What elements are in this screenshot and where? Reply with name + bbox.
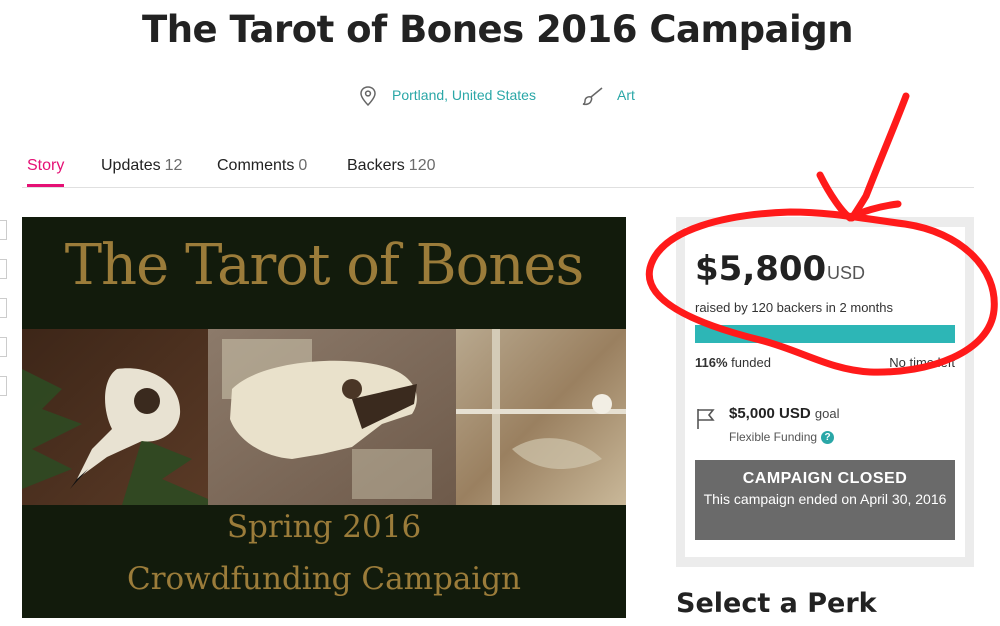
share-button-stub[interactable] <box>0 259 7 279</box>
share-button-stub[interactable] <box>0 337 7 357</box>
funded-percent: 116% <box>695 355 728 370</box>
goal-label: goal <box>814 406 840 421</box>
tab-label: Comments <box>217 157 295 174</box>
tab-updates[interactable]: Updates 12 <box>101 157 182 175</box>
flexible-funding: Flexible Funding? <box>729 430 835 445</box>
funding-panel: $5,800 USD raised by 120 backers in 2 mo… <box>676 217 974 567</box>
raised-currency: USD <box>827 263 866 283</box>
hero-subtitle-season: Spring 2016 <box>226 509 422 545</box>
tab-story[interactable]: Story <box>27 157 65 187</box>
tab-backers[interactable]: Backers 120 <box>347 157 436 175</box>
campaign-hero-image: The Tarot of Bones Spring 2016 Crowdfund… <box>22 217 626 618</box>
campaign-closed-text: This campaign ended on April 30, 2016 <box>703 491 947 507</box>
funded-label: funded <box>731 355 771 370</box>
skull-photo-collage <box>22 329 626 505</box>
raised-amount: $5,800 <box>695 249 827 289</box>
tab-label: Story <box>27 157 65 174</box>
campaign-closed-notice: CAMPAIGN CLOSED This campaign ended on A… <box>695 460 955 540</box>
flag-icon <box>695 407 717 436</box>
paintbrush-icon <box>582 86 604 111</box>
funding-progress-bar <box>695 325 955 343</box>
tab-comments[interactable]: Comments 0 <box>217 157 307 175</box>
category-link[interactable]: Art <box>617 87 635 103</box>
goal-amount: $5,000 USD <box>729 405 811 422</box>
tab-label: Updates <box>101 157 161 174</box>
help-icon[interactable]: ? <box>821 431 835 445</box>
share-button-stub[interactable] <box>0 298 7 318</box>
tab-count: 12 <box>164 157 183 174</box>
hero-subtitle-campaign: Crowdfunding Campaign <box>126 561 522 597</box>
funded-status: 116% funded <box>695 355 771 370</box>
share-button-stub[interactable] <box>0 376 7 396</box>
tab-count: 120 <box>408 157 436 174</box>
campaign-closed-title: CAMPAIGN CLOSED <box>742 470 908 487</box>
tab-label: Backers <box>347 157 405 174</box>
hero-title: The Tarot of Bones <box>64 233 585 298</box>
raised-summary: raised by 120 backers in 2 months <box>695 300 893 315</box>
funding-goal: $5,000 USD goal <box>729 405 839 422</box>
select-perk-heading: Select a Perk <box>676 588 877 619</box>
tab-count: 0 <box>298 157 308 174</box>
campaign-tabs: Story Updates 12 Comments 0 Backers 120 <box>22 148 974 188</box>
flexible-funding-label: Flexible Funding <box>729 430 818 444</box>
location-link[interactable]: Portland, United States <box>392 87 536 103</box>
campaign-title: The Tarot of Bones 2016 Campaign <box>141 8 854 51</box>
time-left: No time left <box>889 355 955 370</box>
campaign-meta: Portland, United States Art <box>0 86 1000 107</box>
funding-card: $5,800 USD raised by 120 backers in 2 mo… <box>685 227 965 557</box>
share-button-stub[interactable] <box>0 220 7 240</box>
map-pin-icon <box>359 86 377 111</box>
